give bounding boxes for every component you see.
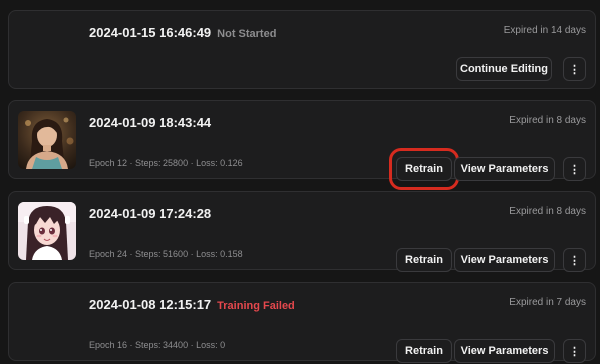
retrain-button[interactable]: Retrain [396, 248, 452, 272]
status-training-failed: Training Failed [217, 300, 295, 312]
job-card: 2024-01-15 16:46:49 Not Started Expired i… [8, 10, 596, 89]
status-not-started: Not Started [217, 28, 277, 40]
more-options-button[interactable]: ⋮ [563, 157, 586, 181]
model-thumbnail[interactable] [18, 202, 76, 260]
job-timestamp: 2024-01-08 12:15:17 Training Failed [89, 297, 295, 312]
expiry-label: Expired in 7 days [509, 297, 586, 308]
view-parameters-button[interactable]: View Parameters [454, 339, 555, 363]
model-thumbnail[interactable] [18, 111, 76, 169]
more-options-button[interactable]: ⋮ [563, 248, 586, 272]
expiry-label: Expired in 8 days [509, 206, 586, 217]
expiry-label: Expired in 14 days [503, 25, 586, 36]
portrait-image [18, 111, 76, 169]
anime-portrait-image [18, 202, 76, 260]
training-stats: Epoch 16 · Steps: 34400 · Loss: 0 [89, 340, 226, 350]
job-timestamp-text: 2024-01-15 16:46:49 [89, 25, 212, 40]
more-options-button[interactable]: ⋮ [563, 57, 586, 81]
continue-editing-button[interactable]: Continue Editing [456, 57, 552, 81]
more-options-button[interactable]: ⋮ [563, 339, 586, 363]
view-parameters-button[interactable]: View Parameters [454, 157, 555, 181]
retrain-button[interactable]: Retrain [396, 339, 452, 363]
view-parameters-button[interactable]: View Parameters [454, 248, 555, 272]
job-card: 2024-01-09 17:24:28 Expired in 8 days Ep… [8, 191, 596, 272]
training-stats: Epoch 24 · Steps: 51600 · Loss: 0.158 [89, 249, 243, 259]
job-timestamp-text: 2024-01-08 12:15:17 [89, 297, 212, 312]
job-card: 2024-01-09 18:43:44 Expired in 8 days Ep… [8, 100, 596, 190]
job-timestamp: 2024-01-15 16:46:49 Not Started [89, 25, 276, 40]
expiry-label: Expired in 8 days [509, 115, 586, 126]
retrain-button[interactable]: Retrain [396, 157, 452, 181]
job-timestamp: 2024-01-09 17:24:28 [89, 206, 212, 221]
training-stats: Epoch 12 · Steps: 25800 · Loss: 0.126 [89, 158, 243, 168]
job-timestamp: 2024-01-09 18:43:44 [89, 115, 212, 130]
job-card: 2024-01-08 12:15:17 Training Failed Expir… [8, 282, 596, 363]
